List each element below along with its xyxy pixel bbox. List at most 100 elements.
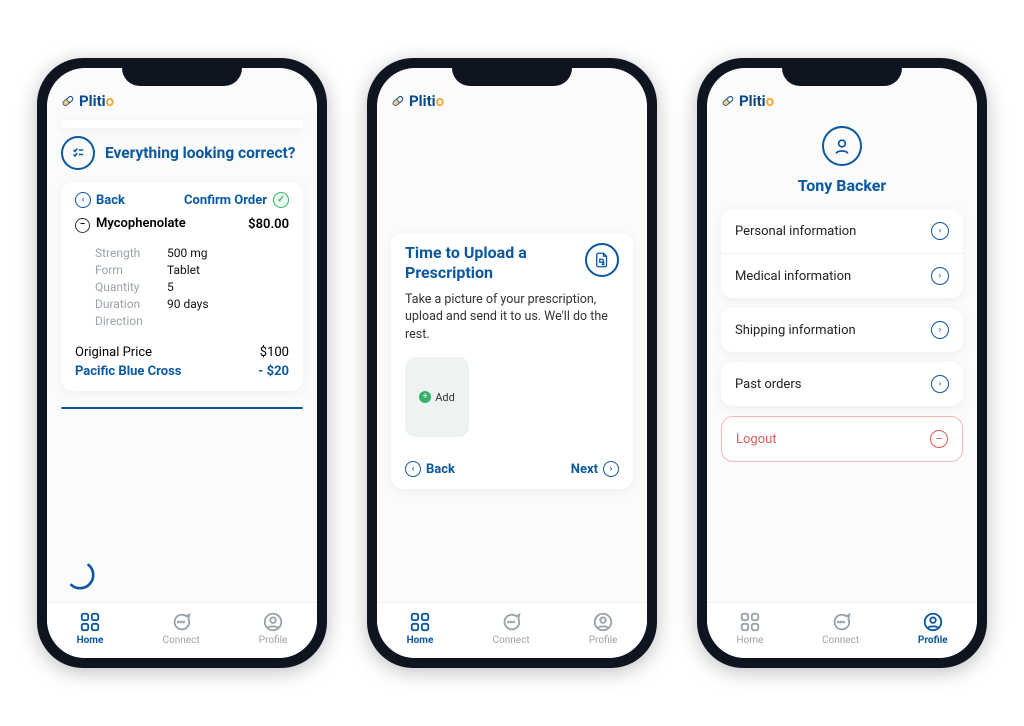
brand-logo: Plitio (391, 92, 444, 110)
menu-shipping-info[interactable]: Shipping information › (721, 308, 963, 352)
chevron-right-icon: › (931, 222, 949, 240)
next-link[interactable]: Next› (571, 461, 619, 477)
chevron-left-icon: ‹ (75, 192, 91, 208)
status-bar: Plitio (707, 68, 977, 112)
nav-profile-label: Profile (259, 635, 288, 646)
nav-connect[interactable]: Connect (163, 611, 200, 646)
chevron-right-icon: › (931, 321, 949, 339)
medication-name: Mycophenolate (96, 216, 186, 231)
profile-icon (592, 611, 614, 633)
nav-connect-label: Connect (493, 635, 530, 646)
menu-medical-info[interactable]: Medical information › (721, 253, 963, 298)
upload-subtitle: Take a picture of your prescription, upl… (405, 291, 619, 344)
value-quantity: 5 (167, 280, 174, 294)
avatar-icon (822, 126, 862, 166)
add-prescription-button[interactable]: +Add (405, 357, 469, 437)
loading-spinner-icon (63, 558, 97, 592)
back-link[interactable]: ‹Back (75, 192, 125, 208)
info-group: Personal information › Medical informatio… (721, 209, 963, 298)
chevron-right-icon: › (931, 267, 949, 285)
label-form: Form (95, 263, 155, 277)
status-bar: Plitio (377, 68, 647, 112)
order-summary-card: ‹Back Confirm Order✓ −Mycophenolate $80.… (61, 182, 303, 391)
insurer-name: Pacific Blue Cross (75, 364, 181, 379)
nav-connect[interactable]: Connect (822, 611, 859, 646)
nav-profile[interactable]: Profile (918, 611, 948, 646)
collapse-icon[interactable]: − (75, 218, 90, 233)
nav-profile-label: Profile (918, 635, 948, 646)
chevron-right-icon: › (931, 375, 949, 393)
phone-profile: Plitio Tony Backer Personal information›… (697, 58, 987, 668)
orders-group: Past orders › (721, 362, 963, 406)
value-duration: 90 days (167, 297, 209, 311)
brand-logo: Plitio (721, 92, 774, 110)
nav-home-label: Home (736, 635, 763, 646)
checklist-icon (61, 136, 95, 170)
menu-personal-info[interactable]: Personal information › (721, 209, 963, 253)
pill-icon (721, 94, 735, 108)
original-price-label: Original Price (75, 345, 152, 360)
chevron-left-icon: ‹ (405, 461, 421, 477)
value-strength: 500 mg (167, 246, 207, 260)
label-quantity: Quantity (95, 280, 155, 294)
screen-upload: Plitio Time to Upload a Prescription Tak… (377, 68, 647, 658)
shipping-group: Shipping information › (721, 308, 963, 352)
chat-icon (500, 611, 522, 633)
menu-medical-label: Medical information (735, 269, 851, 284)
nav-profile[interactable]: Profile (589, 611, 618, 646)
original-price-value: $100 (260, 345, 289, 360)
bottom-nav: Home Connect Profile (707, 602, 977, 658)
medication-details: Strength 500 mg Form Tablet Quantity 5 Dura… (75, 239, 289, 335)
logout-button[interactable]: Logout− (721, 416, 963, 462)
nav-connect[interactable]: Connect (493, 611, 530, 646)
upload-card: Time to Upload a Prescription Take a pic… (391, 233, 633, 490)
menu-shipping-label: Shipping information (735, 323, 856, 338)
grid-icon (79, 611, 101, 633)
value-form: Tablet (167, 263, 200, 277)
logout-label: Logout (736, 432, 777, 447)
pill-icon (61, 94, 75, 108)
check-circle-icon: ✓ (273, 192, 289, 208)
grid-icon (739, 611, 761, 633)
back-label: Back (426, 462, 455, 477)
brand-text-a: Pliti (409, 92, 436, 110)
nav-connect-label: Connect (163, 635, 200, 646)
nav-home-label: Home (407, 635, 434, 646)
back-link[interactable]: ‹ Back (405, 461, 455, 477)
grid-icon (409, 611, 431, 633)
add-label: Add (435, 391, 455, 404)
screen-confirm: Plitio Everything looking correct? ‹Back… (47, 68, 317, 658)
menu-orders-label: Past orders (735, 377, 801, 392)
label-direction: Direction (95, 314, 155, 328)
confirm-order-button[interactable]: Confirm Order✓ (184, 192, 289, 208)
nav-home[interactable]: Home (407, 611, 434, 646)
pill-icon (391, 94, 405, 108)
profile-icon (262, 611, 284, 633)
brand-text-b: o (766, 92, 774, 110)
brand-logo: Plitio (61, 92, 114, 110)
label-strength: Strength (95, 246, 155, 260)
menu-past-orders[interactable]: Past orders › (721, 362, 963, 406)
screen-profile: Plitio Tony Backer Personal information›… (707, 68, 977, 658)
nav-profile[interactable]: Profile (259, 611, 288, 646)
medication-price: $80.00 (248, 217, 289, 232)
brand-text-a: Pliti (739, 92, 766, 110)
nav-profile-label: Profile (589, 635, 618, 646)
confirm-heading: Everything looking correct? (105, 144, 296, 162)
chevron-right-icon: › (603, 461, 619, 477)
phone-confirm: Plitio Everything looking correct? ‹Back… (37, 58, 327, 668)
brand-text-b: o (106, 92, 114, 110)
menu-personal-label: Personal information (735, 224, 856, 239)
phone-upload: Plitio Time to Upload a Prescription Tak… (367, 58, 657, 668)
bottom-nav: Home Connect Profile (377, 602, 647, 658)
nav-connect-label: Connect (822, 635, 859, 646)
upload-title: Time to Upload a Prescription (405, 243, 577, 283)
label-duration: Duration (95, 297, 155, 311)
profile-icon (922, 611, 944, 633)
chat-icon (830, 611, 852, 633)
nav-home[interactable]: Home (77, 611, 104, 646)
section-divider (61, 407, 303, 409)
brand-text-a: Pliti (79, 92, 106, 110)
nav-home-label: Home (77, 635, 104, 646)
nav-home[interactable]: Home (736, 611, 763, 646)
